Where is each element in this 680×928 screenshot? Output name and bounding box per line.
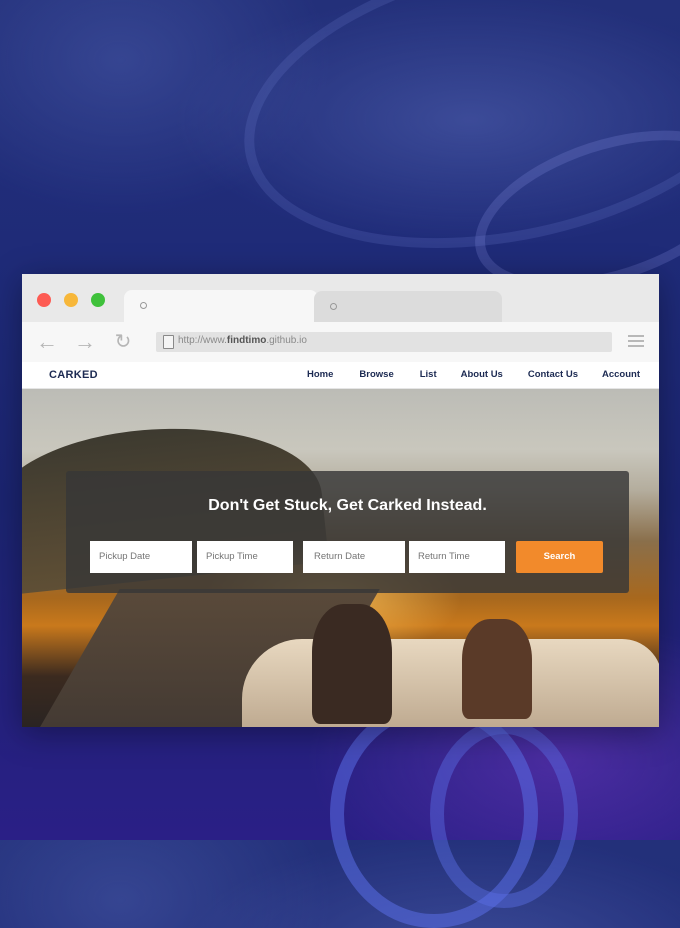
- nav-link-list[interactable]: List: [420, 369, 437, 380]
- background-swoosh: [430, 720, 578, 908]
- tab-favicon-icon: [140, 302, 147, 309]
- nav-link-browse[interactable]: Browse: [359, 369, 393, 380]
- nav-link-about-us[interactable]: About Us: [461, 369, 503, 380]
- search-button[interactable]: Search: [516, 541, 603, 573]
- tab-favicon-icon: [330, 303, 337, 310]
- pickup-date-field[interactable]: [90, 541, 192, 573]
- page-icon: [163, 335, 174, 349]
- reload-icon[interactable]: ↻: [110, 327, 136, 357]
- browser-window: ← → ↻ http://www.findtimo.github.io CARK…: [22, 274, 659, 727]
- site-navbar: CARKED Home Browse List About Us Contact…: [22, 362, 659, 389]
- site-logo[interactable]: CARKED: [49, 369, 98, 381]
- maximize-window-button[interactable]: [91, 293, 105, 307]
- return-date-field[interactable]: [303, 541, 405, 573]
- hero-headline: Don't Get Stuck, Get Carked Instead.: [208, 497, 487, 514]
- browser-titlebar: [22, 274, 659, 323]
- hero-photo-person: [462, 619, 532, 719]
- minimize-window-button[interactable]: [64, 293, 78, 307]
- search-panel: Don't Get Stuck, Get Carked Instead. Sea…: [66, 471, 629, 593]
- address-bar[interactable]: http://www.findtimo.github.io: [156, 332, 612, 352]
- hero-section: Don't Get Stuck, Get Carked Instead. Sea…: [22, 389, 659, 727]
- close-window-button[interactable]: [37, 293, 51, 307]
- nav-link-account[interactable]: Account: [602, 369, 640, 380]
- nav-link-contact-us[interactable]: Contact Us: [528, 369, 578, 380]
- hero-photo-car: [242, 639, 659, 727]
- nav-links: Home Browse List About Us Contact Us Acc…: [307, 369, 640, 380]
- pickup-time-field[interactable]: [197, 541, 293, 573]
- address-text: http://www.findtimo.github.io: [178, 335, 307, 346]
- browser-tab-active[interactable]: [124, 290, 318, 322]
- nav-link-home[interactable]: Home: [307, 369, 333, 380]
- hamburger-menu-icon[interactable]: [628, 335, 644, 349]
- return-time-field[interactable]: [409, 541, 505, 573]
- browser-tab-inactive[interactable]: [314, 291, 502, 323]
- browser-toolbar: ← → ↻ http://www.findtimo.github.io: [22, 322, 659, 362]
- back-arrow-icon[interactable]: ←: [34, 327, 60, 357]
- forward-arrow-icon[interactable]: →: [72, 327, 98, 357]
- hero-photo-person: [312, 604, 392, 724]
